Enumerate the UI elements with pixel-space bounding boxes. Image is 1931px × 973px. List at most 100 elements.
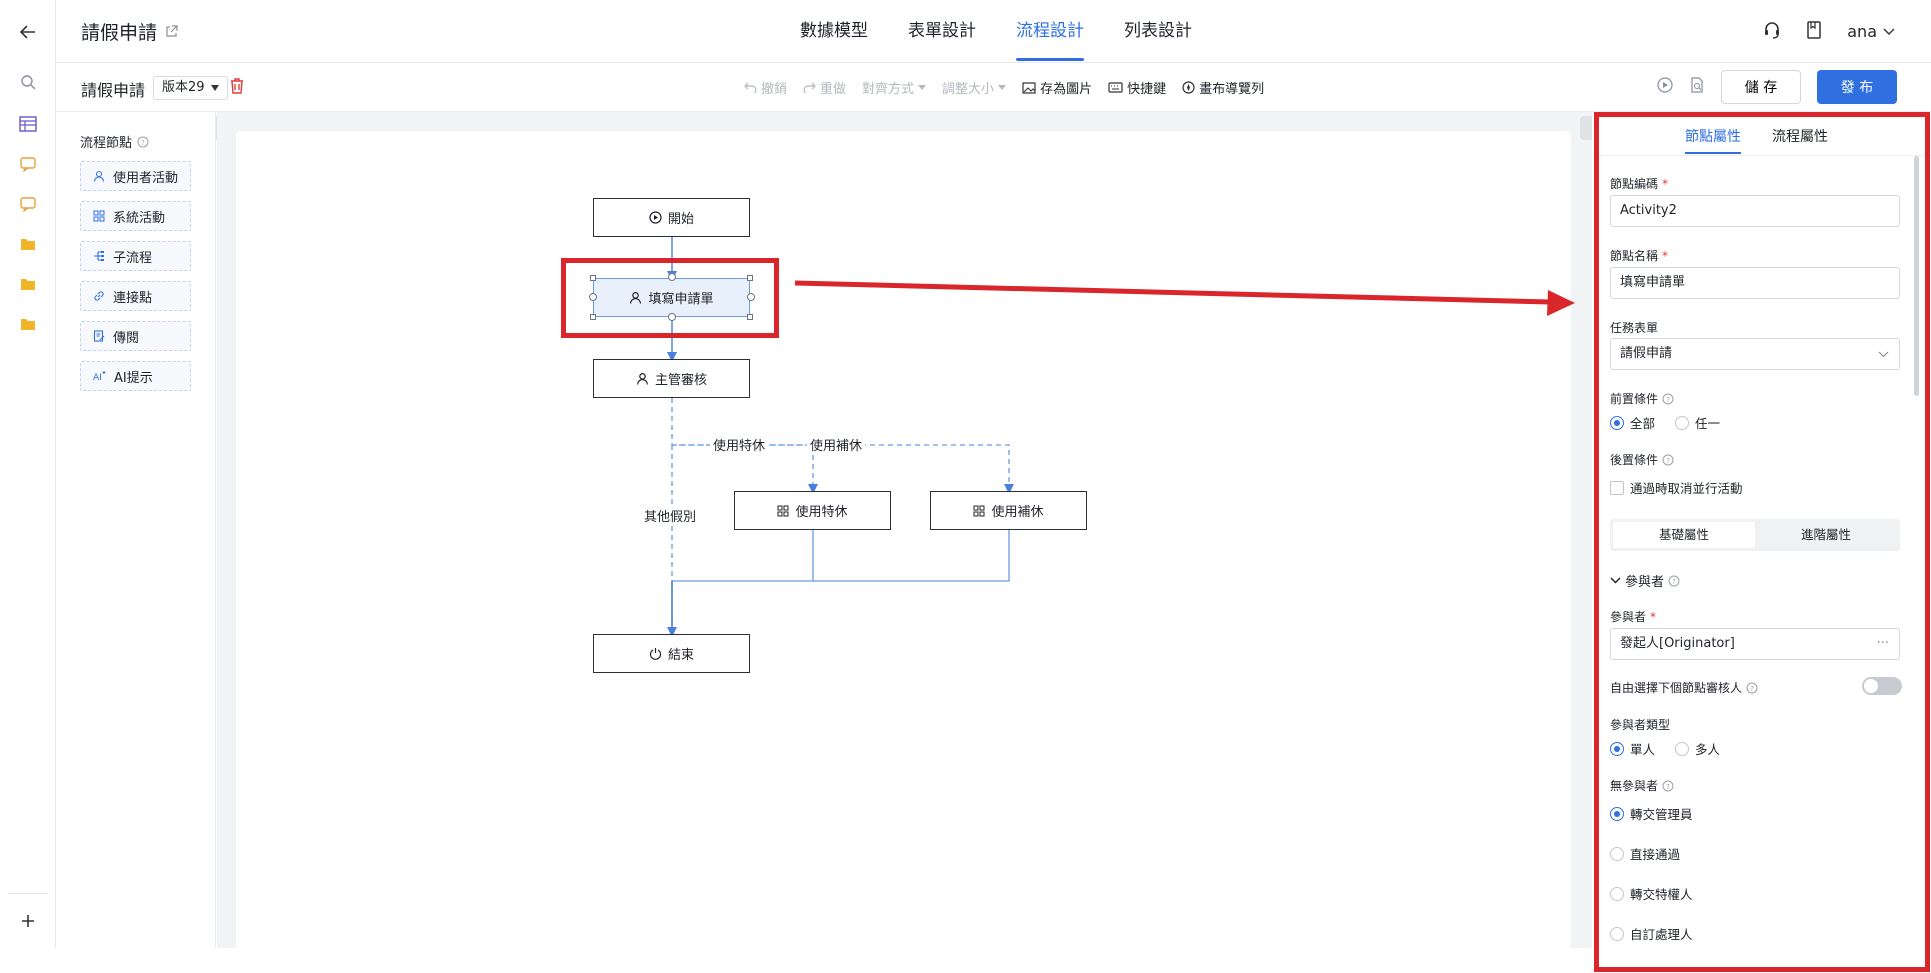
save-button[interactable]: 儲 存: [1721, 70, 1801, 104]
participants-section-header[interactable]: 參與者 ?: [1610, 571, 1680, 590]
palette-item-system-activity[interactable]: 系統活動: [80, 201, 191, 231]
palette-item-ai-prompt[interactable]: AI AI提示: [80, 361, 191, 391]
svg-text:?: ?: [1750, 685, 1754, 693]
folder-icon[interactable]: [16, 272, 40, 296]
participant-label: 參與者 *: [1610, 609, 1657, 625]
book-icon[interactable]: [1807, 20, 1821, 43]
node-manager-review[interactable]: 主管審核: [593, 359, 750, 398]
canvas-nav-button[interactable]: 畫布導覽列: [1182, 78, 1264, 97]
help-icon: ?: [1746, 682, 1758, 693]
tab-process-properties[interactable]: 流程屬性: [1772, 126, 1828, 146]
external-link-icon[interactable]: [165, 21, 178, 43]
no-participant-option: 轉交特權人: [1610, 884, 1693, 903]
back-arrow-icon[interactable]: [16, 20, 40, 44]
radio-transfer-admin[interactable]: [1610, 806, 1624, 821]
top-header: 請假申請 數據模型 表單設計 流程設計 列表設計 ana: [56, 0, 1931, 63]
edge-label-comp[interactable]: 使用補休: [807, 435, 866, 454]
palette-item-connector[interactable]: 連接點: [80, 281, 191, 311]
resize-dropdown[interactable]: 調整大小: [942, 78, 1007, 97]
radio-single[interactable]: [1610, 741, 1624, 756]
designer-toolbar: 請假申請 版本29 撤銷 重做 對齊方式 調整大小 存為圖片 快捷鍵 畫布導覽列…: [56, 64, 1931, 112]
segment-advanced[interactable]: 進階屬性: [1755, 522, 1897, 548]
collapse-properties-handle[interactable]: [1580, 116, 1592, 140]
table-icon[interactable]: [16, 112, 40, 136]
user-menu[interactable]: ana: [1847, 22, 1895, 41]
radio-direct-pass[interactable]: [1610, 846, 1624, 861]
palette-title: 流程節點 ?: [80, 132, 149, 151]
node-name-label: 節點名稱 *: [1610, 248, 1669, 264]
node-end[interactable]: 結束: [593, 634, 750, 673]
tab-form-design[interactable]: 表單設計: [908, 0, 976, 63]
subprocess-icon: [94, 251, 104, 261]
palette-item-circulate[interactable]: 傳閱: [80, 321, 191, 351]
svg-text:?: ?: [141, 139, 145, 147]
folder-icon[interactable]: [16, 312, 40, 336]
palette-item-subprocess[interactable]: 子流程: [80, 241, 191, 271]
link-icon: [94, 291, 104, 301]
participant-type-label: 參與者類型: [1610, 718, 1671, 732]
chat-icon[interactable]: [16, 192, 40, 216]
edge-label-special[interactable]: 使用特休: [710, 435, 769, 454]
folder-icon[interactable]: [16, 232, 40, 256]
tab-list-design[interactable]: 列表設計: [1124, 0, 1192, 63]
node-palette: 流程節點 ? 使用者活動 系統活動 子流程 連接點 傳閱 AI AI提示: [56, 112, 216, 948]
process-name: 請假申請: [81, 81, 146, 100]
play-icon[interactable]: [1657, 77, 1673, 97]
free-select-toggle[interactable]: [1862, 677, 1902, 695]
redo-icon: [803, 82, 816, 93]
radio-all[interactable]: [1610, 415, 1624, 430]
file-search-icon[interactable]: [1689, 77, 1705, 97]
radio-multiple[interactable]: [1675, 741, 1690, 756]
plus-icon[interactable]: [16, 909, 40, 933]
palette-item-user-activity[interactable]: 使用者活動: [80, 161, 191, 191]
node-code-input[interactable]: Activity2: [1610, 195, 1900, 227]
publish-button[interactable]: 發 布: [1817, 70, 1897, 104]
grid-icon: [973, 505, 985, 516]
delete-icon[interactable]: [230, 78, 244, 98]
user-icon: [637, 373, 648, 385]
help-icon: ?: [1662, 454, 1674, 465]
save-image-button[interactable]: 存為圖片: [1022, 78, 1092, 97]
app-title: 請假申請: [81, 18, 178, 45]
play-circle-icon: [649, 211, 662, 224]
help-icon: ?: [1662, 780, 1674, 791]
free-select-label: 自由選擇下個節點審核人 ?: [1610, 679, 1758, 696]
tab-node-properties[interactable]: 節點屬性: [1685, 126, 1741, 154]
task-form-select[interactable]: 請假申請: [1610, 338, 1900, 370]
power-icon: [649, 648, 662, 660]
node-comp-leave[interactable]: 使用補休: [930, 491, 1087, 530]
radio-any[interactable]: [1675, 415, 1690, 430]
help-icon: ?: [1668, 575, 1680, 586]
annotation-highlight-node: [561, 258, 779, 338]
node-special-leave[interactable]: 使用特休: [734, 491, 891, 530]
shortcuts-button[interactable]: 快捷鍵: [1108, 78, 1166, 97]
radio-transfer-privileged[interactable]: [1610, 886, 1624, 901]
cancel-parallel-checkbox[interactable]: [1610, 480, 1624, 495]
more-icon[interactable]: ···: [1877, 629, 1889, 659]
participant-type-options: 單人 多人: [1610, 739, 1720, 758]
search-icon[interactable]: [16, 70, 40, 94]
grid-icon: [777, 505, 789, 516]
segment-basic[interactable]: 基礎屬性: [1613, 522, 1755, 548]
svg-text:?: ?: [1666, 457, 1670, 465]
radio-custom-handler[interactable]: [1610, 926, 1624, 941]
chat-icon[interactable]: [16, 152, 40, 176]
undo-button[interactable]: 撤銷: [744, 78, 787, 97]
help-icon: ?: [1662, 393, 1674, 404]
support-headset-icon[interactable]: [1763, 21, 1781, 43]
redo-button[interactable]: 重做: [803, 78, 846, 97]
flow-canvas[interactable]: 使用特休 使用補休 其他假別 開始 填寫申請單 主管審核 使用特休 使用補休 結…: [236, 131, 1571, 948]
node-name-input[interactable]: 填寫申請單: [1610, 267, 1900, 299]
no-participant-label: 無參與者 ?: [1610, 777, 1674, 794]
document-edit-icon: [93, 330, 105, 342]
scrollbar[interactable]: [1914, 156, 1919, 396]
align-dropdown[interactable]: 對齊方式: [862, 78, 927, 97]
edge-special-end: [672, 530, 814, 582]
participant-input[interactable]: 發起人[Originator] ···: [1610, 628, 1900, 660]
keyboard-icon: [1108, 82, 1123, 93]
node-start[interactable]: 開始: [593, 198, 750, 237]
tab-flow-design[interactable]: 流程設計: [1016, 0, 1084, 63]
tab-data-model[interactable]: 數據模型: [800, 0, 868, 63]
version-select[interactable]: 版本29: [153, 76, 228, 100]
edge-label-other[interactable]: 其他假別: [641, 506, 700, 525]
